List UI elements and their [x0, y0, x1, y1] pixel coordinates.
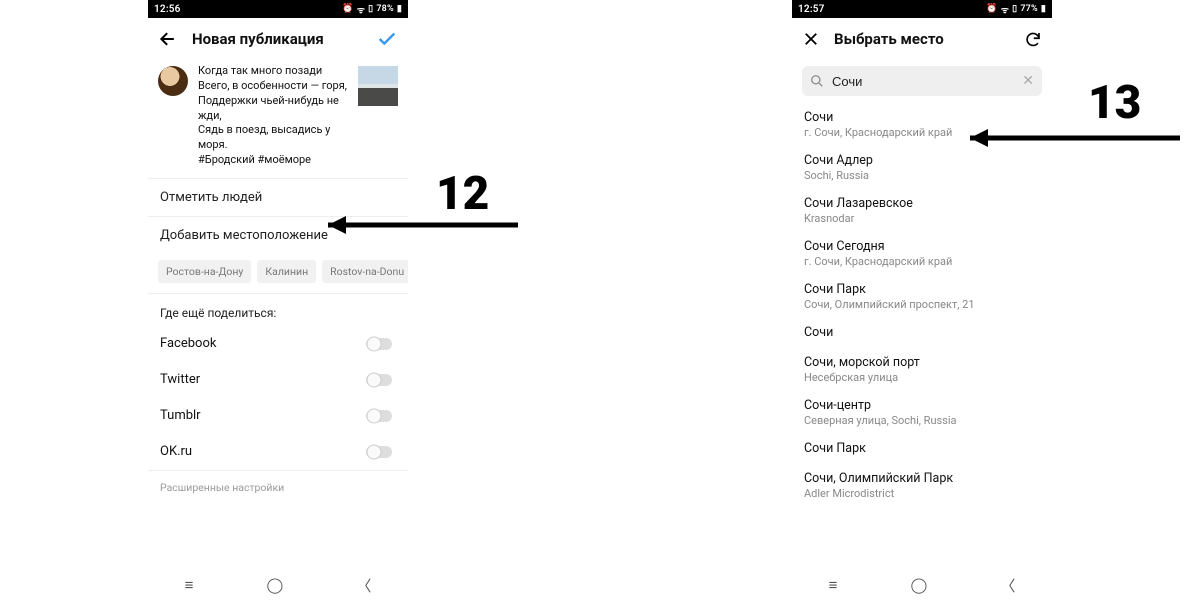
share-facebook: Facebook: [148, 326, 408, 362]
android-navbar: ≡ ◯ 〈: [148, 570, 408, 600]
close-icon[interactable]: [802, 30, 820, 48]
location-chips: Ростов-на-Дону Калинин Rostov-na-Donu: [148, 254, 408, 293]
advanced-settings[interactable]: Расширенные настройки: [148, 471, 408, 504]
toggle-switch[interactable]: [366, 408, 396, 424]
alarm-icon: ⏰: [342, 4, 353, 14]
toggle-switch[interactable]: [366, 336, 396, 352]
list-item[interactable]: Сочи Парк: [792, 435, 1052, 465]
battery-pct: 77%: [1020, 4, 1038, 14]
list-item[interactable]: Сочи ПаркСочи, Олимпийский проспект, 21: [792, 276, 1052, 319]
appbar: Выбрать место: [792, 18, 1052, 60]
list-item[interactable]: Сочи, Олимпийский ПаркAdler Microdistric…: [792, 465, 1052, 508]
annotation-12: 12: [318, 175, 528, 235]
search-input[interactable]: [832, 74, 1014, 89]
list-item[interactable]: Сочи-центрСеверная улица, Sochi, Russia: [792, 392, 1052, 435]
appbar-title: Новая публикация: [192, 30, 362, 48]
share-twitter: Twitter: [148, 362, 408, 398]
avatar: [158, 66, 188, 96]
toggle-switch[interactable]: [366, 444, 396, 460]
signal-icon: ▯: [1012, 4, 1017, 14]
list-item[interactable]: Сочи ЛазаревскоеKrasnodar: [792, 190, 1052, 233]
search-icon: [810, 74, 824, 88]
status-bar: 12:57 ⏰ ᯤ ▯ 77% ▮: [792, 0, 1052, 18]
status-time: 12:57: [798, 4, 825, 15]
refresh-icon[interactable]: [1024, 30, 1042, 48]
share-label: Tumblr: [160, 408, 201, 423]
back-arrow-icon[interactable]: [158, 29, 178, 49]
share-label: Twitter: [160, 372, 200, 387]
annotation-13: 13: [960, 88, 1190, 148]
recents-icon[interactable]: ≡: [185, 576, 194, 594]
appbar: Новая публикация: [148, 18, 408, 60]
share-okru: OK.ru: [148, 434, 408, 470]
wifi-icon: ᯤ: [1001, 3, 1009, 16]
confirm-check-icon[interactable]: [376, 28, 398, 50]
toggle-switch[interactable]: [366, 372, 396, 388]
back-icon[interactable]: 〈: [356, 575, 371, 596]
share-tumblr: Tumblr: [148, 398, 408, 434]
status-icons: ⏰ ᯤ ▯ 77% ▮: [986, 3, 1046, 16]
location-chip[interactable]: Калинин: [257, 260, 316, 283]
appbar-title: Выбрать место: [834, 30, 1010, 48]
wifi-icon: ᯤ: [357, 3, 365, 16]
post-row: Когда так много позади Всего, в особенно…: [148, 60, 408, 178]
post-thumbnail[interactable]: [358, 66, 398, 106]
caption-text[interactable]: Когда так много позади Всего, в особенно…: [198, 64, 348, 168]
recents-icon[interactable]: ≡: [829, 576, 838, 594]
results-list[interactable]: Сочиг. Сочи, Краснодарский край Сочи Адл…: [792, 104, 1052, 570]
battery-pct: 78%: [376, 4, 394, 14]
list-item[interactable]: Сочи: [792, 319, 1052, 349]
phone-new-post: 12:56 ⏰ ᯤ ▯ 78% ▮ Новая публикация Когда…: [148, 0, 408, 600]
share-header: Где ещё поделиться:: [148, 294, 408, 326]
list-item[interactable]: Сочи Сегодняг. Сочи, Краснодарский край: [792, 233, 1052, 276]
back-icon[interactable]: 〈: [1000, 575, 1015, 596]
clear-icon[interactable]: ✕: [1022, 73, 1034, 89]
android-navbar: ≡ ◯ 〈: [792, 570, 1052, 600]
status-bar: 12:56 ⏰ ᯤ ▯ 78% ▮: [148, 0, 408, 18]
location-chip[interactable]: Ростов-на-Дону: [158, 260, 251, 283]
status-icons: ⏰ ᯤ ▯ 78% ▮: [342, 3, 402, 16]
battery-icon: ▮: [397, 4, 402, 14]
list-item[interactable]: Сочи, морской портНесебрская улица: [792, 349, 1052, 392]
list-item[interactable]: Сочи АдлерSochi, Russia: [792, 147, 1052, 190]
battery-icon: ▮: [1041, 4, 1046, 14]
home-icon[interactable]: ◯: [910, 576, 927, 594]
content: Когда так много позади Всего, в особенно…: [148, 60, 408, 570]
home-icon[interactable]: ◯: [266, 576, 283, 594]
location-chip[interactable]: Rostov-na-Donu: [322, 260, 408, 283]
signal-icon: ▯: [368, 4, 373, 14]
alarm-icon: ⏰: [986, 4, 997, 14]
share-label: OK.ru: [160, 444, 192, 459]
status-time: 12:56: [154, 4, 181, 15]
share-label: Facebook: [160, 336, 216, 351]
